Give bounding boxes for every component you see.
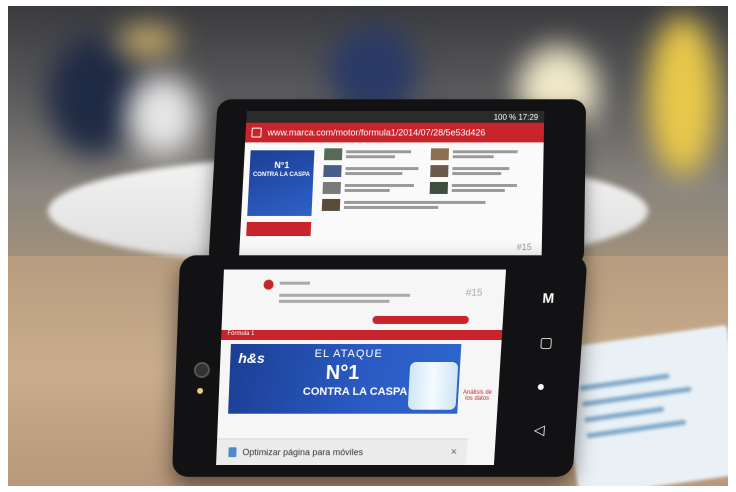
blurred-light — [118, 26, 178, 56]
bottom-screen: #15 Fórmula 1 h&s EL ATAQUE N°1 CONTRA L… — [216, 270, 506, 466]
list-item[interactable] — [322, 182, 533, 194]
blurred-person-left — [48, 36, 138, 156]
page-number: #15 — [465, 288, 482, 299]
phone-icon — [228, 447, 236, 457]
camera-lens-icon — [194, 362, 211, 378]
ad-title: N°1 — [274, 160, 290, 170]
phone-top-half: 100 % 17:29 www.marca.com/motor/formula1… — [208, 99, 586, 266]
url-text[interactable]: www.marca.com/motor/formula1/2014/07/28/… — [267, 128, 485, 138]
ad-banner-top[interactable]: N°1 CONTRA LA CASPA — [247, 150, 314, 216]
ad-line-1: EL ATAQUE — [314, 348, 383, 360]
url-bar[interactable]: www.marca.com/motor/formula1/2014/07/28/… — [245, 123, 544, 143]
blurred-yellow-panel — [648, 16, 718, 176]
flash-icon — [197, 388, 203, 394]
status-bar: 100 % 17:29 — [246, 111, 544, 123]
page-number: #15 — [516, 242, 531, 252]
article-header: #15 — [222, 270, 506, 328]
top-screen: 100 % 17:29 www.marca.com/motor/formula1… — [239, 111, 544, 258]
home-key-icon[interactable]: ● — [536, 378, 545, 394]
navigation-keys: M ▢ ● ◁ — [529, 290, 563, 450]
phone-bottom-half: #15 Fórmula 1 h&s EL ATAQUE N°1 CONTRA L… — [172, 255, 588, 476]
menu-key-icon[interactable]: M — [542, 290, 555, 306]
web-content: N°1 CONTRA LA CASPA #15 — [239, 142, 544, 258]
news-list — [322, 148, 534, 216]
ad-subtitle: CONTRA LA CASPA — [249, 172, 313, 178]
photo: 100 % 17:29 www.marca.com/motor/formula1… — [8, 6, 728, 486]
info-card — [558, 325, 728, 486]
section-band[interactable]: Fórmula 1 — [221, 330, 502, 340]
close-icon[interactable]: × — [450, 446, 457, 458]
product-bottles-image — [408, 362, 459, 410]
blurred-white-box — [128, 76, 198, 156]
brand-logo: h&s — [238, 350, 265, 366]
section-label: Fórmula 1 — [227, 331, 254, 337]
back-key-icon[interactable]: ◁ — [533, 422, 545, 439]
avatar — [263, 280, 274, 290]
overview-key-icon[interactable]: ▢ — [539, 334, 553, 351]
snackbar-text[interactable]: Optimizar página para móviles — [242, 447, 363, 457]
optimize-snackbar[interactable]: Optimizar página para móviles × — [216, 438, 468, 465]
ad-line-2: N°1 — [325, 362, 360, 385]
red-button[interactable] — [372, 316, 469, 324]
home-icon[interactable] — [251, 128, 261, 138]
list-item[interactable] — [323, 165, 533, 177]
list-item[interactable] — [324, 148, 534, 160]
side-banner[interactable] — [246, 222, 311, 236]
ad-banner[interactable]: h&s EL ATAQUE N°1 CONTRA LA CASPA — [228, 344, 461, 414]
side-caption[interactable]: Análisis de los datos — [460, 390, 495, 402]
status-time: 100 % 17:29 — [494, 112, 539, 121]
ad-line-3: CONTRA LA CASPA — [303, 386, 408, 398]
list-item[interactable] — [322, 199, 533, 211]
